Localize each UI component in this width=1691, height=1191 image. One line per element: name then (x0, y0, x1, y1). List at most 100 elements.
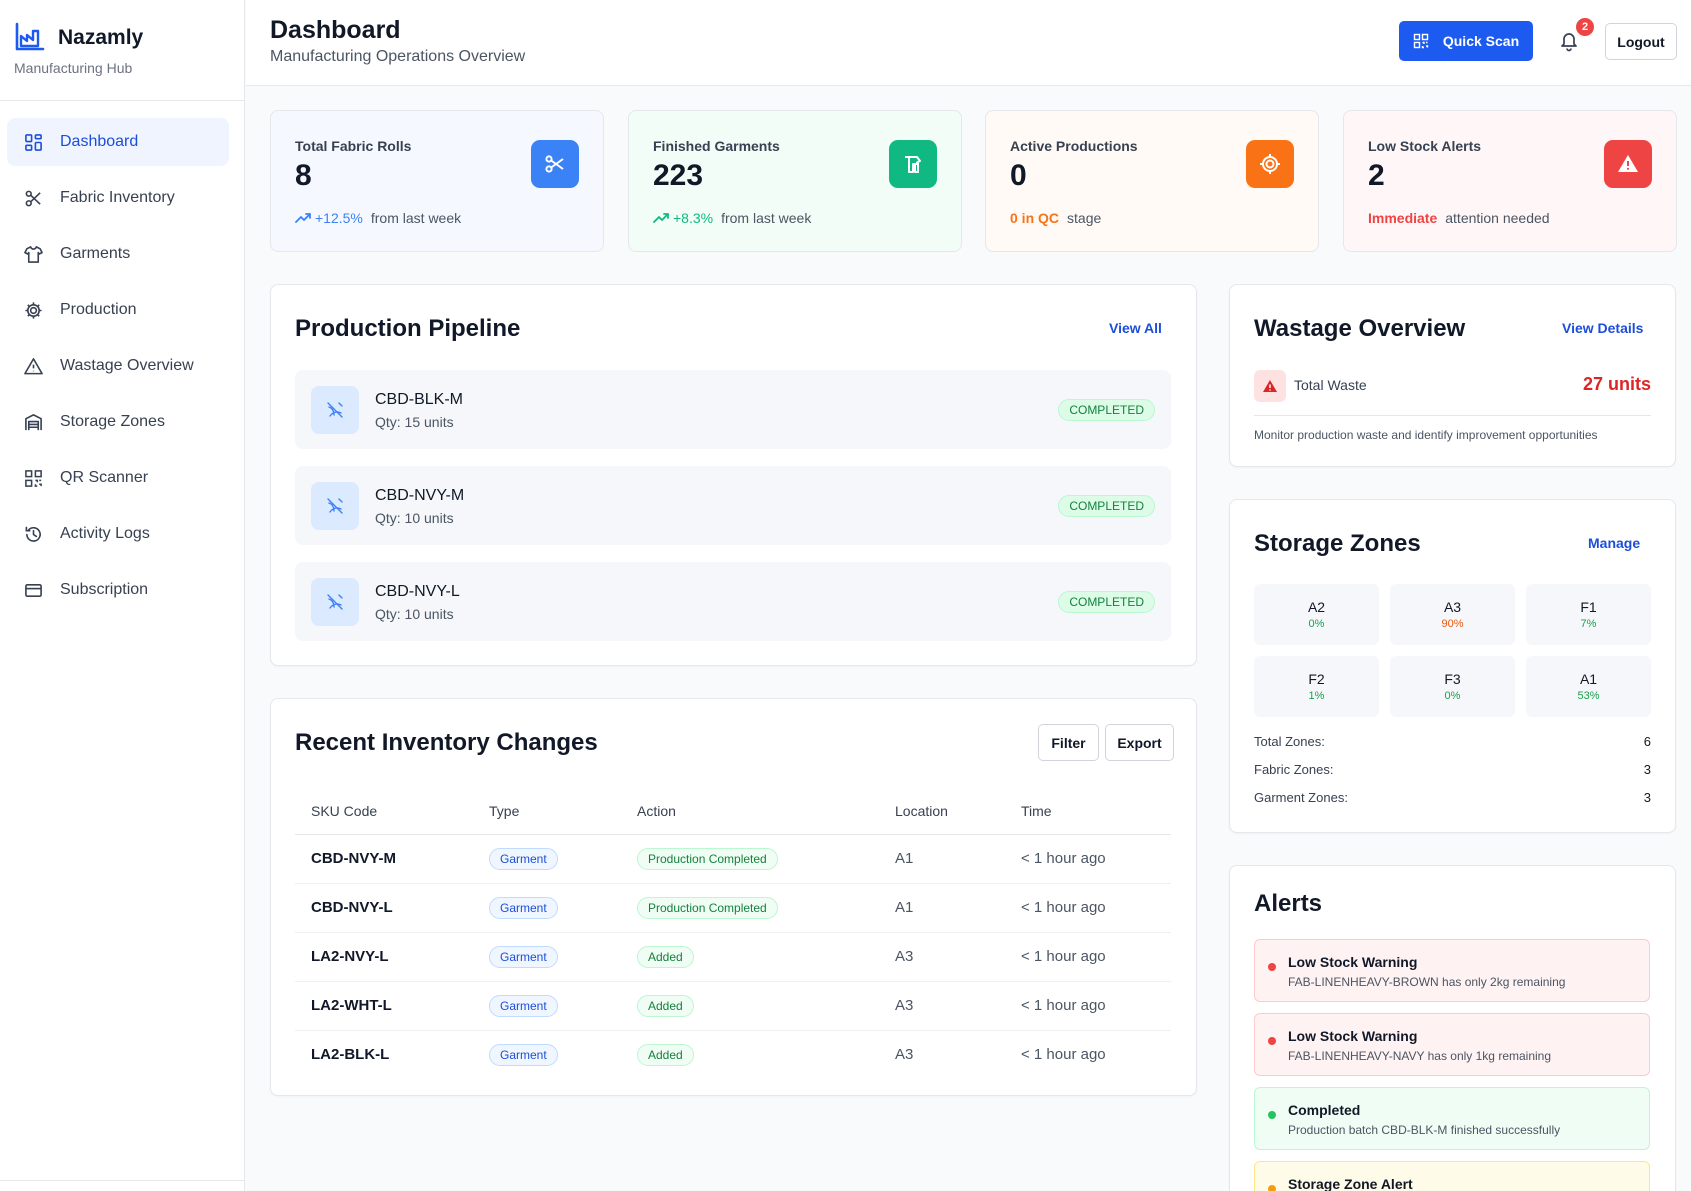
column-header: Type (473, 789, 621, 835)
scissors-icon (23, 188, 43, 208)
summary-value: 6 (1643, 734, 1651, 749)
bell-icon[interactable] (1559, 30, 1579, 52)
stat-suffix: from last week (370, 210, 462, 226)
storage-zone-tile[interactable]: A1 53% (1526, 656, 1651, 717)
wastage-overview-panel: Wastage Overview View Details Total Wast… (1229, 284, 1676, 467)
quick-scan-button[interactable]: Quick Scan (1399, 21, 1533, 61)
alert-text: FAB-LINENHEAVY-BROWN has only 2kg remain… (1288, 975, 1566, 989)
history-icon (23, 524, 43, 544)
stat-value: 2 (1368, 159, 1385, 192)
table-row[interactable]: LA2-WHT-L Garment Added A3 < 1 hour ago (295, 981, 1171, 1031)
panel-title: Recent Inventory Changes (295, 729, 598, 756)
sidebar-footer-divider (0, 1180, 245, 1181)
recent-inventory-panel: Recent Inventory Changes Filter Export S… (270, 698, 1197, 1096)
shirt-icon (23, 244, 43, 264)
cog-icon (1246, 140, 1294, 188)
storage-zone-tile[interactable]: A3 90% (1390, 584, 1515, 645)
table-row[interactable]: CBD-NVY-M Garment Production Completed A… (295, 834, 1171, 884)
panel-title: Production Pipeline (295, 315, 521, 342)
brand: Nazamly Manufacturing Hub (0, 0, 244, 101)
pipeline-sku: CBD-NVY-M (375, 487, 465, 504)
stat-suffix: from last week (721, 210, 812, 226)
garment-icon (889, 140, 937, 188)
sidebar-item-label: Activity Logs (60, 525, 150, 542)
pipeline-sku: CBD-NVY-L (375, 583, 460, 600)
type-badge: Garment (489, 896, 558, 919)
manage-link[interactable]: Manage (1588, 535, 1640, 551)
sidebar-item-production[interactable]: Production (7, 286, 229, 334)
pipeline-qty: Qty: 10 units (375, 510, 454, 526)
status-badge: COMPLETED (1058, 399, 1155, 421)
time-cell: < 1 hour ago (1005, 981, 1171, 1031)
alert-text: FAB-LINENHEAVY-NAVY has only 1kg remaini… (1288, 1049, 1552, 1063)
total-waste-label: Total Waste (1294, 377, 1367, 393)
pipeline-item[interactable]: CBD-NVY-M Qty: 10 units COMPLETED (295, 466, 1171, 545)
location-cell: A1 (879, 883, 1005, 933)
stat-label: Low Stock Alerts (1368, 138, 1482, 154)
table-row[interactable]: CBD-NVY-L Garment Production Completed A… (295, 883, 1171, 933)
table-row[interactable]: LA2-NVY-L Garment Added A3 < 1 hour ago (295, 932, 1171, 982)
sidebar-item-dashboard[interactable]: Dashboard (7, 118, 229, 166)
view-details-link[interactable]: View Details (1562, 320, 1643, 336)
sidebar-item-qr-scanner[interactable]: QR Scanner (7, 454, 229, 502)
zone-utilization: 7% (1580, 618, 1597, 630)
sidebar-item-fabric-inventory[interactable]: Fabric Inventory (7, 174, 229, 222)
sidebar-item-activity-logs[interactable]: Activity Logs (7, 510, 229, 558)
status-badge: COMPLETED (1058, 495, 1155, 517)
table-row[interactable]: LA2-BLK-L Garment Added A3 < 1 hour ago (295, 1030, 1171, 1079)
alert-item[interactable]: Low Stock Warning FAB-LINENHEAVY-NAVY ha… (1254, 1013, 1650, 1076)
storage-zone-tile[interactable]: A2 0% (1254, 584, 1379, 645)
column-header: Location (879, 789, 1005, 835)
storage-zone-tile[interactable]: F3 0% (1390, 656, 1515, 717)
location-cell: A3 (895, 1046, 914, 1064)
export-button[interactable]: Export (1105, 724, 1174, 761)
alert-title: Low Stock Warning (1288, 954, 1418, 970)
production-pipeline-panel: Production Pipeline View All CBD-BLK-M Q… (270, 284, 1197, 666)
zone-summary-row: Total Zones: 6 (1254, 734, 1651, 749)
filter-button[interactable]: Filter (1038, 724, 1099, 761)
view-all-link[interactable]: View All (1109, 320, 1162, 336)
alert-text: Production batch CBD-BLK-M finished succ… (1288, 1123, 1561, 1137)
zone-utilization: 90% (1441, 618, 1464, 630)
sidebar-item-subscription[interactable]: Subscription (7, 566, 229, 614)
action-badge: Production Completed (637, 847, 778, 870)
warning-triangle-icon (1254, 370, 1286, 402)
summary-label: Garment Zones: (1254, 790, 1348, 805)
wastage-note: Monitor production waste and identify im… (1254, 428, 1598, 442)
sidebar-item-garments[interactable]: Garments (7, 230, 229, 278)
alert-item[interactable]: Storage Zone Alert (1254, 1161, 1650, 1191)
total-waste-value: 27 units (1582, 374, 1651, 394)
credit-card-icon (23, 580, 43, 600)
storage-zones-panel: Storage Zones Manage A2 0% A3 90% F1 7% … (1229, 499, 1676, 833)
type-cell: Garment (473, 981, 621, 1031)
pipeline-item[interactable]: CBD-NVY-L Qty: 10 units COMPLETED (295, 562, 1171, 641)
stat-card-fabric-rolls: Total Fabric Rolls 8 +12.5% from last we… (270, 110, 604, 252)
stat-footer: 0 in QC stage (1010, 210, 1101, 226)
storage-zone-tile[interactable]: F2 1% (1254, 656, 1379, 717)
time-cell: < 1 hour ago (1005, 932, 1171, 982)
sidebar-item-wastage-overview[interactable]: Wastage Overview (7, 342, 229, 390)
pipeline-item[interactable]: CBD-BLK-M Qty: 15 units COMPLETED (295, 370, 1171, 449)
divider (1254, 415, 1651, 416)
sidebar-item-label: Subscription (60, 581, 149, 598)
alert-title: Completed (1288, 1102, 1361, 1118)
dashboard-grid-icon (23, 132, 43, 152)
page-title: Dashboard (270, 16, 401, 44)
alert-item[interactable]: Low Stock Warning FAB-LINENHEAVY-BROWN h… (1254, 939, 1650, 1002)
sidebar-item-label: Storage Zones (60, 413, 165, 430)
time-cell: < 1 hour ago (1005, 883, 1171, 933)
storage-zone-tile[interactable]: F1 7% (1526, 584, 1651, 645)
zone-summary-row: Fabric Zones: 3 (1254, 762, 1651, 777)
sidebar-item-label: Wastage Overview (60, 357, 194, 374)
panel-title: Storage Zones (1254, 530, 1421, 557)
alert-dot (1268, 963, 1276, 971)
action-badge: Added (637, 945, 694, 968)
warning-triangle-icon (23, 356, 43, 376)
sidebar-item-storage-zones[interactable]: Storage Zones (7, 398, 229, 446)
qr-code-icon (23, 468, 43, 488)
sku-cell: CBD-NVY-L (295, 883, 473, 933)
action-badge: Added (637, 994, 694, 1017)
pipeline-sku: CBD-BLK-M (375, 391, 464, 408)
alert-item[interactable]: Completed Production batch CBD-BLK-M fin… (1254, 1087, 1650, 1150)
logout-button[interactable]: Logout (1605, 23, 1677, 60)
